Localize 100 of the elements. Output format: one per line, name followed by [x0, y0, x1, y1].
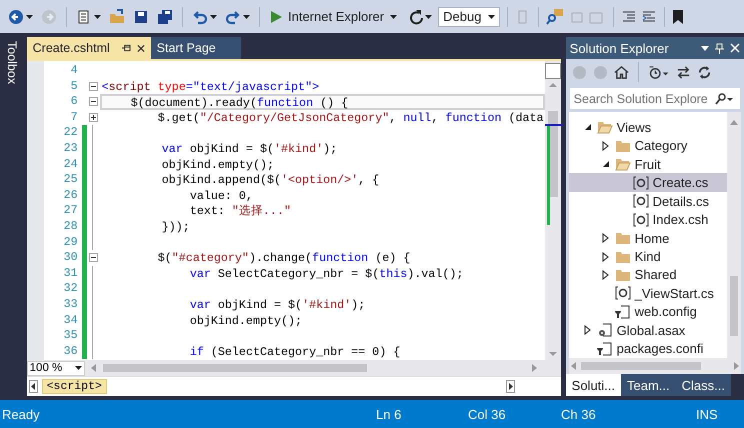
configuration-dropdown[interactable]: Debug [438, 6, 500, 26]
run-button[interactable]: Internet Explorer [267, 7, 402, 26]
expanded-arrow-icon[interactable] [582, 122, 593, 132]
nav-left-button[interactable] [28, 380, 38, 393]
column-indicator: Col 36 [468, 406, 506, 422]
caret-icon[interactable] [243, 14, 250, 18]
caret-position-marker [544, 124, 563, 126]
search-icon[interactable] [714, 92, 734, 104]
element-breadcrumb[interactable]: <script> [42, 379, 107, 394]
dropdown-icon[interactable] [701, 46, 709, 50]
code-line: $("#category").change(function (e) { [156, 250, 412, 266]
sync-icon[interactable] [676, 64, 691, 80]
tree-item[interactable]: packages.confi [568, 340, 727, 358]
collapsed-arrow-icon[interactable] [600, 270, 611, 280]
search-field[interactable]: Search Solution Explore [568, 87, 741, 110]
status-message: Ready [2, 406, 40, 422]
collapse-icon[interactable] [88, 253, 98, 262]
line-number: 23 [62, 140, 79, 157]
redo-icon[interactable] [225, 8, 241, 24]
history-icon[interactable] [648, 64, 670, 80]
tree-item[interactable]: Views [568, 118, 727, 136]
scroll-thumb[interactable] [730, 276, 738, 336]
line-number: 28 [62, 218, 79, 235]
caret-icon[interactable] [26, 14, 33, 18]
expanded-arrow-icon[interactable] [600, 159, 611, 170]
collapsed-arrow-icon[interactable] [600, 252, 611, 262]
caret-icon[interactable] [94, 14, 101, 18]
collapse-icon[interactable] [88, 97, 98, 106]
close-icon[interactable] [136, 44, 145, 52]
line-number: 30 [62, 250, 79, 266]
caret-icon[interactable] [425, 14, 432, 18]
line-number: 27 [62, 203, 79, 219]
expand-icon[interactable] [88, 113, 98, 122]
line-number: 31 [62, 266, 79, 282]
undo-icon[interactable] [192, 8, 208, 24]
line-number: 24 [62, 156, 79, 172]
insert-mode-indicator: INS [696, 406, 718, 422]
toolbox-tab[interactable]: Toolbox [4, 41, 19, 84]
tree-item[interactable]: Global.asax [568, 321, 727, 340]
line-number: 32 [62, 281, 79, 297]
tree-item[interactable]: Category [568, 136, 727, 155]
line-number: 26 [62, 188, 79, 204]
document-tab[interactable]: Create.cshtml [26, 37, 151, 59]
tree-item[interactable]: Details.cs [568, 192, 727, 210]
document-tab[interactable]: Start Page [150, 37, 241, 59]
code-line: objKind.append($('<option/>', { [160, 172, 380, 188]
home-icon[interactable] [614, 64, 629, 80]
code-line: objKind.empty(); [160, 156, 275, 172]
code-line: var objKind = $('#kind'); [188, 296, 366, 312]
code-line: text: "选择..." [188, 203, 292, 219]
scroll-thumb[interactable] [102, 364, 367, 372]
caret-icon[interactable] [488, 14, 496, 18]
bookmark-icon[interactable] [672, 8, 684, 24]
code-line: var SelectCategory_nbr = $(this).val(); [188, 266, 464, 282]
outdent-icon[interactable] [641, 8, 658, 24]
code-line: $.get("/Category/GetJsonCategory", null, function (data [156, 110, 545, 126]
collapsed-arrow-icon[interactable] [582, 325, 593, 336]
tree-item[interactable]: _ViewStart.cs [568, 284, 727, 303]
code-line: })); [160, 218, 191, 235]
collapsed-arrow-icon[interactable] [600, 140, 611, 151]
line-number: 35 [62, 328, 79, 344]
play-icon[interactable] [271, 10, 282, 22]
tree-item[interactable]: Create.cs [568, 173, 727, 192]
panel-tab[interactable]: Soluti... [566, 374, 622, 396]
caret-icon[interactable] [390, 14, 398, 18]
collapse-icon[interactable] [88, 82, 98, 91]
line-number: 4 [70, 63, 79, 79]
nav-right-button[interactable] [506, 380, 515, 393]
tree-item[interactable]: Home [568, 228, 727, 248]
line-number: 5 [70, 78, 79, 94]
refresh-icon[interactable] [407, 8, 424, 24]
split-button[interactable] [544, 63, 561, 79]
panel-tab[interactable]: Team... [621, 374, 676, 396]
right-arrow-icon[interactable] [508, 383, 513, 390]
tree-item[interactable]: Shared [568, 266, 727, 284]
tree-item[interactable]: web.config [568, 302, 727, 322]
line-number: 33 [62, 296, 79, 312]
caret-icon[interactable] [210, 14, 217, 18]
back-icon[interactable] [8, 8, 24, 24]
pin-icon[interactable] [122, 43, 131, 53]
panel-tab[interactable]: Class... [676, 374, 731, 396]
caret-icon[interactable] [74, 366, 82, 370]
collapsed-arrow-icon[interactable] [600, 233, 611, 244]
line-indicator: Ln 6 [376, 406, 402, 422]
line-number: 7 [70, 110, 79, 126]
line-number: 6 [70, 94, 79, 110]
panel-title: Solution Explorer [570, 40, 670, 56]
char-indicator: Ch 36 [561, 406, 596, 422]
scroll-thumb[interactable] [580, 362, 701, 370]
tree-item[interactable]: Index.csh [568, 210, 727, 229]
code-line: objKind.empty(); [188, 312, 304, 328]
zoom-dropdown[interactable]: 100 % [26, 360, 85, 376]
refresh-icon[interactable] [696, 64, 712, 80]
line-number: 36 [62, 344, 79, 360]
tree-item[interactable]: Fruit [568, 154, 727, 174]
indent-icon[interactable] [621, 8, 638, 24]
line-number: 29 [62, 234, 79, 250]
line-number: 25 [62, 172, 79, 188]
left-arrow-icon[interactable] [30, 383, 36, 390]
tree-item[interactable]: Kind [568, 247, 727, 266]
